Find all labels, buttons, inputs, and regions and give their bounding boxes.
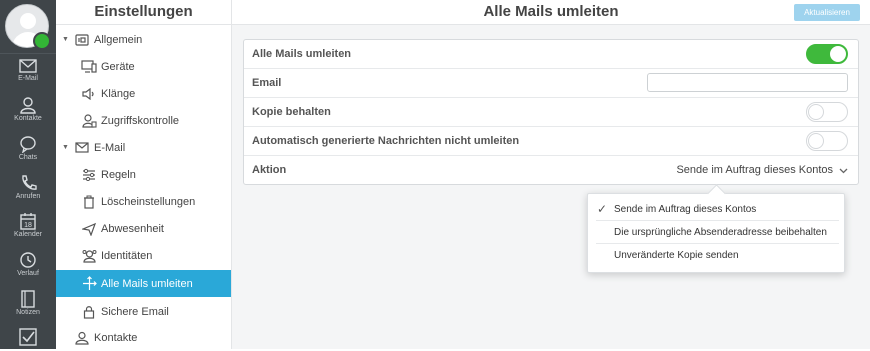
settings-sidebar: Einstellungen ▼ Allgemein Geräte Klänge … [56, 0, 232, 349]
sidebar-item-access-control[interactable]: Zugriffskontrolle [56, 107, 231, 134]
tasks-icon [19, 328, 37, 346]
dropdown-option-keep-sender[interactable]: Die ursprüngliche Absenderadresse beibeh… [596, 221, 839, 244]
collapse-caret-icon[interactable]: ▼ [62, 144, 69, 151]
rail-item-call[interactable]: Anrufen [0, 174, 56, 200]
sidebar-item-label: Klänge [101, 87, 136, 100]
main-header: Alle Mails umleiten Aktualisieren [232, 0, 870, 25]
rail-item-mail[interactable]: E-Mail [0, 58, 56, 82]
trash-icon [81, 194, 97, 210]
rail-item-contacts[interactable]: Kontakte [0, 96, 56, 122]
contacts-icon [20, 97, 36, 114]
row-label: Kopie behalten [252, 106, 331, 118]
sidebar-item-email[interactable]: ▼ E-Mail [56, 134, 231, 161]
sidebar-item-rules[interactable]: Regeln [56, 161, 231, 188]
rail-item-notes[interactable]: Notizen [0, 290, 56, 316]
sidebar-item-sounds[interactable]: Klänge [56, 80, 231, 107]
sidebar-title: Einstellungen [56, 0, 231, 25]
rail-label: Anrufen [15, 193, 41, 200]
action-dropdown: ✓ Sende im Auftrag dieses Kontos Die urs… [587, 193, 845, 273]
row-label: Alle Mails umleiten [252, 48, 352, 60]
sidebar-item-absence[interactable]: Abwesenheit [56, 215, 231, 242]
mail-icon [19, 59, 37, 73]
row-label: Email [252, 77, 282, 89]
page-title: Alle Mails umleiten [483, 3, 619, 20]
rail-label: Verlauf [17, 270, 39, 277]
sidebar-item-label: Sichere Email [101, 305, 169, 318]
no-auto-redirect-toggle[interactable] [806, 131, 848, 151]
collapse-caret-icon[interactable]: ▼ [62, 36, 69, 43]
sidebar-item-delete-settings[interactable]: Löscheinstellungen [56, 188, 231, 215]
rail-divider [0, 53, 56, 54]
lock-icon [81, 304, 97, 320]
email-field[interactable] [647, 73, 848, 92]
row-email: Email [244, 69, 858, 98]
chat-icon [20, 136, 36, 153]
row-redirect-all: Alle Mails umleiten [244, 40, 858, 69]
option-label: Sende im Auftrag dieses Kontos [614, 204, 757, 215]
redirect-icon [81, 276, 97, 292]
option-label: Die ursprüngliche Absenderadresse beibeh… [614, 227, 827, 238]
avatar[interactable] [5, 4, 51, 50]
sidebar-item-label: Allgemein [94, 33, 143, 46]
row-label: Automatisch generierte Nachrichten nicht… [252, 135, 520, 147]
rail-item-calendar[interactable]: 18 Kalender [0, 212, 56, 238]
rail-item-history[interactable]: Verlauf [0, 251, 56, 277]
sidebar-item-label: Löscheinstellungen [101, 195, 196, 208]
action-select-value: Sende im Auftrag dieses Kontos [676, 164, 833, 176]
app-rail: E-Mail Kontakte Chats Anrufen 18 Kalende… [0, 0, 56, 349]
online-status-dot [33, 32, 51, 50]
phone-icon [22, 175, 37, 190]
sidebar-item-redirect-all[interactable]: Alle Mails umleiten [56, 270, 231, 297]
row-action: Aktion Sende im Auftrag dieses Kontos [244, 156, 858, 185]
rail-label: E-Mail [18, 75, 38, 82]
devices-icon [81, 59, 97, 75]
rail-item-tasks[interactable] [0, 328, 56, 346]
identities-icon [81, 248, 97, 264]
mail-icon [74, 140, 90, 156]
row-no-auto-redirect: Automatisch generierte Nachrichten nicht… [244, 127, 858, 156]
sidebar-item-general[interactable]: ▼ Allgemein [56, 26, 231, 53]
sidebar-item-label: E-Mail [94, 141, 126, 154]
rail-label: Kalender [13, 231, 43, 238]
keep-copy-toggle[interactable] [806, 102, 848, 122]
rail-label: Notizen [16, 309, 40, 316]
sidebar-item-label: Abwesenheit [101, 222, 164, 235]
settings-card: Alle Mails umleiten Email Kopie behalten… [243, 39, 859, 185]
dropdown-option-send-on-behalf[interactable]: ✓ Sende im Auftrag dieses Kontos [596, 198, 839, 221]
sidebar-item-secure-email[interactable]: Sichere Email [56, 298, 231, 325]
option-label: Unveränderte Kopie senden [614, 250, 739, 261]
rail-label: Chats [18, 154, 38, 161]
sound-icon [81, 86, 97, 102]
history-icon [20, 252, 36, 268]
rail-item-chats[interactable]: Chats [0, 135, 56, 161]
svg-text:18: 18 [24, 222, 32, 229]
update-button[interactable]: Aktualisieren [794, 4, 860, 21]
dropdown-option-unchanged-copy[interactable]: Unveränderte Kopie senden [596, 244, 839, 267]
sidebar-item-label: Geräte [101, 60, 135, 73]
general-icon [74, 32, 90, 48]
sidebar-item-identities[interactable]: Identitäten [56, 242, 231, 269]
contacts-icon [74, 330, 90, 346]
sidebar-item-label: Alle Mails umleiten [101, 277, 193, 290]
sidebar-item-label: Identitäten [101, 249, 153, 262]
action-select[interactable]: Sende im Auftrag dieses Kontos [676, 156, 848, 185]
sidebar-item-devices[interactable]: Geräte [56, 53, 231, 80]
calendar-icon: 18 [20, 213, 36, 230]
rules-icon [81, 167, 97, 183]
main-panel: Alle Mails umleiten Aktualisieren Alle M… [232, 0, 870, 349]
notes-icon [21, 290, 35, 308]
chevron-down-icon [839, 168, 848, 173]
sidebar-item-label: Zugriffskontrolle [101, 114, 180, 127]
plane-icon [81, 221, 97, 237]
access-control-icon [81, 113, 97, 129]
check-icon: ✓ [597, 202, 608, 216]
row-label: Aktion [252, 164, 287, 176]
redirect-all-toggle[interactable] [806, 44, 848, 64]
sidebar-item-label: Kontakte [94, 331, 138, 344]
sidebar-item-label: Regeln [101, 168, 136, 181]
row-keep-copy: Kopie behalten [244, 98, 858, 127]
rail-label: Kontakte [14, 115, 42, 122]
sidebar-item-contacts[interactable]: Kontakte [56, 324, 231, 351]
